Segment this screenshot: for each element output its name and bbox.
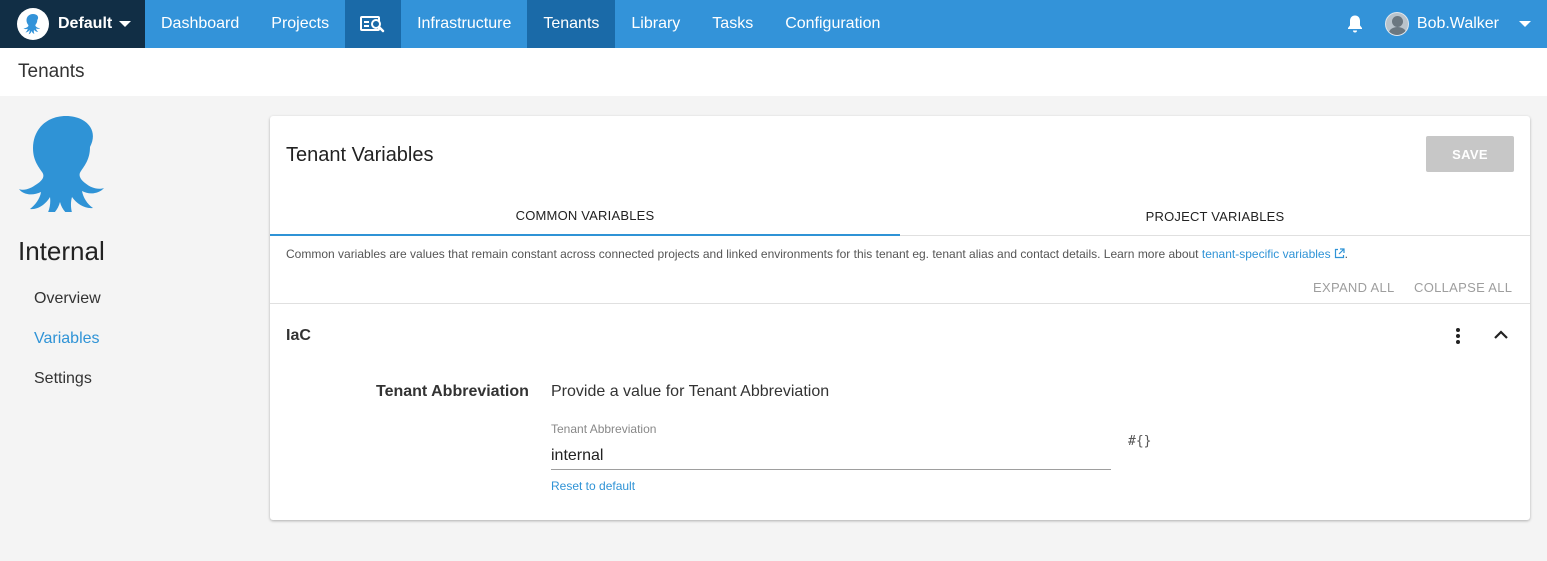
nav-projects[interactable]: Projects: [255, 0, 345, 48]
description-text: Common variables are values that remain …: [286, 247, 1202, 261]
sidebar-item-variables[interactable]: Variables: [34, 330, 100, 348]
variable-tabs: COMMON VARIABLES PROJECT VARIABLES: [270, 196, 1530, 236]
group-title: IaC: [286, 327, 311, 344]
variable-binding-icon[interactable]: #{}: [1128, 434, 1151, 449]
search-button[interactable]: [345, 0, 402, 48]
chevron-down-icon: [119, 21, 132, 27]
sidebar: Internal Overview Variables Settings: [0, 96, 250, 561]
tenant-name: Internal: [18, 236, 105, 266]
sidebar-item-overview[interactable]: Overview: [34, 290, 101, 308]
tenant-variables-link[interactable]: tenant-specific variables: [1202, 247, 1345, 261]
variable-help-text: Provide a value for Tenant Abbreviation: [551, 383, 830, 400]
description-end: .: [1344, 247, 1348, 261]
kebab-menu-icon[interactable]: [1450, 325, 1466, 347]
expand-all-button[interactable]: EXPAND ALL: [1313, 280, 1395, 295]
nav-tenants[interactable]: Tenants: [527, 0, 616, 48]
top-nav: Default Dashboard Projects Infrastructur…: [0, 0, 1547, 48]
divider: [270, 303, 1530, 304]
save-button[interactable]: SAVE: [1426, 136, 1514, 172]
space-name: Default: [58, 15, 113, 32]
chevron-up-icon[interactable]: [1492, 326, 1510, 344]
user-menu[interactable]: Bob.Walker: [1384, 12, 1547, 36]
nav-library[interactable]: Library: [615, 0, 696, 48]
page-title: Tenants: [18, 61, 85, 82]
tab-project-variables[interactable]: PROJECT VARIABLES: [900, 196, 1530, 236]
user-name: Bob.Walker: [1416, 15, 1499, 32]
field-label: Tenant Abbreviation: [551, 422, 657, 436]
tenant-logo-icon: [19, 116, 104, 212]
nav-right: Bob.Walker: [1335, 0, 1547, 48]
nav-dashboard[interactable]: Dashboard: [145, 0, 255, 48]
link-text: tenant-specific variables: [1201, 247, 1331, 261]
tab-common-variables[interactable]: COMMON VARIABLES: [270, 196, 900, 236]
tenant-variables-card: Tenant Variables SAVE COMMON VARIABLES P…: [270, 116, 1530, 520]
avatar: [1384, 12, 1409, 36]
nav-configuration[interactable]: Configuration: [769, 0, 896, 48]
reset-to-default-link[interactable]: Reset to default: [551, 479, 635, 493]
octopus-logo-icon: [17, 8, 49, 40]
external-link-icon: [1334, 248, 1345, 259]
bell-icon[interactable]: [1335, 0, 1375, 48]
sidebar-item-settings[interactable]: Settings: [34, 370, 92, 388]
collapse-all-button[interactable]: COLLAPSE ALL: [1414, 280, 1512, 295]
chevron-down-icon: [1519, 21, 1531, 27]
space-switcher[interactable]: Default: [0, 0, 145, 48]
description: Common variables are values that remain …: [286, 247, 1348, 261]
tenant-abbreviation-input[interactable]: [551, 442, 1111, 470]
page-header: Tenants: [0, 48, 1547, 96]
nav-infrastructure[interactable]: Infrastructure: [401, 0, 527, 48]
variable-label: Tenant Abbreviation: [376, 383, 529, 400]
card-title: Tenant Variables: [286, 144, 434, 166]
search-icon: [360, 16, 385, 33]
nav-tasks[interactable]: Tasks: [696, 0, 769, 48]
